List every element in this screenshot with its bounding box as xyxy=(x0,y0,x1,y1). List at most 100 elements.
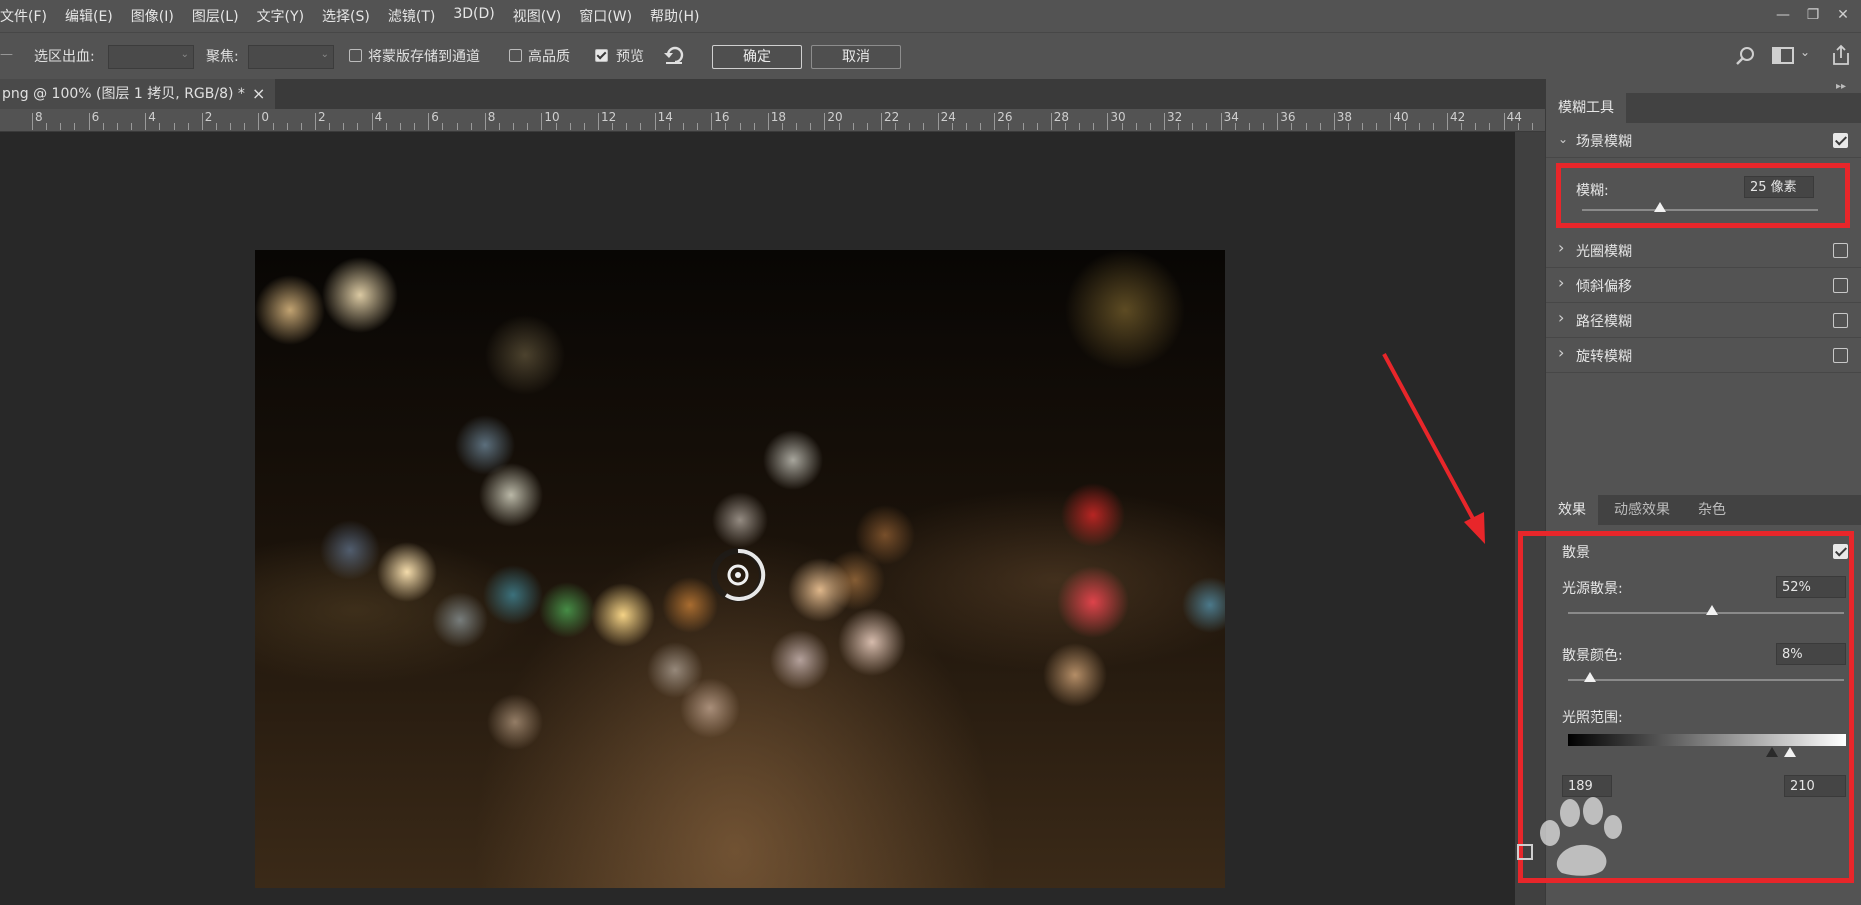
minimize-icon[interactable]: — xyxy=(1770,4,1796,26)
reset-icon[interactable] xyxy=(662,44,686,66)
blur-row-checkbox[interactable] xyxy=(1833,313,1848,328)
ruler-minor-tick xyxy=(1531,123,1533,130)
blur-pin-icon[interactable] xyxy=(710,547,766,603)
menu-item-3[interactable]: 图层(L) xyxy=(192,6,249,26)
document-tab-title: png @ 100% (图层 1 拷贝, RGB/8) * xyxy=(2,86,245,102)
ruler-label: 32 xyxy=(1167,110,1183,124)
ruler-minor-tick xyxy=(838,123,840,130)
ruler-minor-tick xyxy=(1234,123,1236,130)
ruler-minor-tick xyxy=(895,123,897,130)
focus-input[interactable]: ⌄ xyxy=(248,45,334,69)
chevron-right-icon[interactable]: › xyxy=(1558,343,1564,362)
menu-bar: 文件(F) 编辑(E) 图像(I) 图层(L) 文字(Y) 选择(S) 滤镜(T) 3D(D)… xyxy=(0,0,1861,32)
document-tab[interactable]: png @ 100% (图层 1 拷贝, RGB/8) * × xyxy=(0,79,275,109)
field-blur-checkbox[interactable] xyxy=(1833,133,1848,148)
preview-checkbox[interactable] xyxy=(595,49,608,62)
menu-item-6[interactable]: 滤镜(T) xyxy=(388,6,445,26)
blur-row-checkbox[interactable] xyxy=(1833,243,1848,258)
ok-button[interactable]: 确定 xyxy=(712,45,802,69)
ruler-major-tick xyxy=(1277,113,1279,130)
menu-item-10[interactable]: 帮助(H) xyxy=(650,6,709,26)
chevron-right-icon[interactable]: › xyxy=(1558,273,1564,292)
ruler-minor-tick xyxy=(781,123,783,130)
high-quality-label: 高品质 xyxy=(528,49,570,65)
tool-preset-icon[interactable]: — xyxy=(0,47,13,63)
ruler-minor-tick xyxy=(1263,123,1265,130)
ruler-major-tick xyxy=(767,113,769,130)
close-tab-icon[interactable]: × xyxy=(252,79,265,109)
selection-bleed-input[interactable]: ⌄ xyxy=(108,45,194,69)
close-window-icon[interactable]: ✕ xyxy=(1830,4,1856,26)
ruler-minor-tick xyxy=(909,123,911,130)
blur-row-1[interactable]: › 倾斜偏移 xyxy=(1546,268,1861,303)
menu-items: 文件(F) 编辑(E) 图像(I) 图层(L) 文字(Y) 选择(S) 滤镜(T) 3D(D)… xyxy=(0,6,718,26)
ruler-minor-tick xyxy=(555,123,557,130)
menu-item-4[interactable]: 文字(Y) xyxy=(257,6,314,26)
blur-row-2[interactable]: › 路径模糊 xyxy=(1546,303,1861,338)
blur-row-3[interactable]: › 旋转模糊 xyxy=(1546,338,1861,373)
ruler-minor-tick xyxy=(1064,123,1066,130)
tab-blur-tools[interactable]: 模糊工具 xyxy=(1546,93,1626,123)
menu-item-7[interactable]: 3D(D) xyxy=(453,6,504,26)
menu-item-0[interactable]: 文件(F) xyxy=(0,6,57,26)
search-icon[interactable] xyxy=(1735,45,1757,67)
ruler-minor-tick xyxy=(414,123,416,130)
menu-item-1[interactable]: 编辑(E) xyxy=(65,6,123,26)
watermark-paw-icon xyxy=(1540,797,1622,876)
collapse-panel-icon[interactable]: ▸▸ xyxy=(1836,81,1846,92)
ruler-label: 36 xyxy=(1280,110,1296,124)
ruler-minor-tick xyxy=(1248,123,1250,130)
ruler-major-tick xyxy=(145,113,147,130)
ruler-label: 40 xyxy=(1393,110,1409,124)
ruler-minor-tick xyxy=(583,123,585,130)
menu-item-9[interactable]: 窗口(W) xyxy=(579,6,642,26)
chevron-right-icon[interactable]: › xyxy=(1558,238,1564,257)
save-mask-checkbox[interactable] xyxy=(349,49,362,62)
ruler-minor-tick xyxy=(1305,123,1307,130)
ruler-label: 42 xyxy=(1450,110,1466,124)
restore-icon[interactable]: ❐ xyxy=(1800,4,1826,26)
share-icon[interactable] xyxy=(1830,43,1852,67)
ruler-minor-tick xyxy=(753,123,755,130)
ruler-major-tick xyxy=(1220,113,1222,130)
ruler-minor-tick xyxy=(1121,123,1123,130)
menu-item-5[interactable]: 选择(S) xyxy=(322,6,380,26)
ruler-minor-tick xyxy=(159,123,161,130)
ruler-label: 10 xyxy=(544,110,560,124)
blur-tools-tabbar: 模糊工具 xyxy=(1546,93,1861,123)
workspace-icon[interactable] xyxy=(1772,47,1796,65)
ruler-label: 44 xyxy=(1506,110,1522,124)
ruler-label: 18 xyxy=(770,110,787,124)
menu-item-8[interactable]: 视图(V) xyxy=(513,6,572,26)
ruler-label: 2 xyxy=(204,110,213,124)
chevron-down-icon: ⌄ xyxy=(320,49,329,60)
ruler-minor-tick xyxy=(739,123,741,130)
cancel-button[interactable]: 取消 xyxy=(811,45,901,69)
ruler-minor-tick xyxy=(272,123,274,130)
ruler-label: 22 xyxy=(884,110,900,124)
ruler-major-tick xyxy=(598,113,599,130)
chevron-down-icon[interactable]: ⌄ xyxy=(1558,132,1568,146)
ruler-minor-tick xyxy=(569,123,571,130)
ruler-label: 34 xyxy=(1223,110,1239,124)
high-quality-checkbox[interactable] xyxy=(509,49,522,62)
ruler-label: 16 xyxy=(714,110,730,124)
chevron-down-icon[interactable]: ⌄ xyxy=(1800,45,1810,59)
ruler-minor-tick xyxy=(923,123,925,130)
field-blur-label: 场景模糊 xyxy=(1576,134,1632,150)
blur-row-0[interactable]: › 光圈模糊 xyxy=(1546,233,1861,268)
ruler-major-tick xyxy=(937,113,939,130)
ruler-minor-tick xyxy=(513,123,515,130)
ruler-minor-tick xyxy=(527,123,529,130)
ruler-minor-tick xyxy=(810,123,812,130)
field-blur-row[interactable]: ⌄ 场景模糊 xyxy=(1546,123,1861,158)
chevron-right-icon[interactable]: › xyxy=(1558,308,1564,327)
blur-row-checkbox[interactable] xyxy=(1833,348,1848,363)
tab-motion-effects[interactable]: 动感效果 xyxy=(1602,495,1682,525)
tab-noise[interactable]: 杂色 xyxy=(1686,495,1738,525)
ruler-minor-tick xyxy=(470,123,472,130)
blur-row-checkbox[interactable] xyxy=(1833,278,1848,293)
ruler-minor-tick xyxy=(612,123,614,130)
tab-effects[interactable]: 效果 xyxy=(1546,495,1598,525)
menu-item-2[interactable]: 图像(I) xyxy=(131,6,184,26)
